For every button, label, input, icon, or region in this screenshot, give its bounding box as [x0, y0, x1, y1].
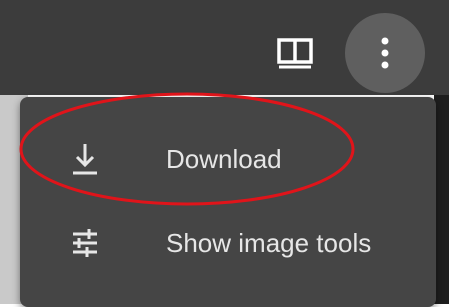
menu-item-label: Download: [166, 143, 282, 174]
download-icon: [60, 134, 110, 184]
menu-item-label: Show image tools: [166, 227, 372, 258]
more-options-button[interactable]: [345, 13, 425, 93]
tune-icon: [60, 218, 110, 268]
overflow-menu: Download Show image tools: [20, 97, 436, 307]
background-content-dark: [434, 95, 449, 304]
menu-item-show-image-tools[interactable]: Show image tools: [20, 203, 436, 283]
split-view-icon: [277, 38, 313, 69]
more-vert-icon: [381, 37, 389, 69]
toolbar: [0, 0, 449, 95]
menu-item-download[interactable]: Download: [20, 119, 436, 199]
split-view-button[interactable]: [272, 30, 318, 76]
